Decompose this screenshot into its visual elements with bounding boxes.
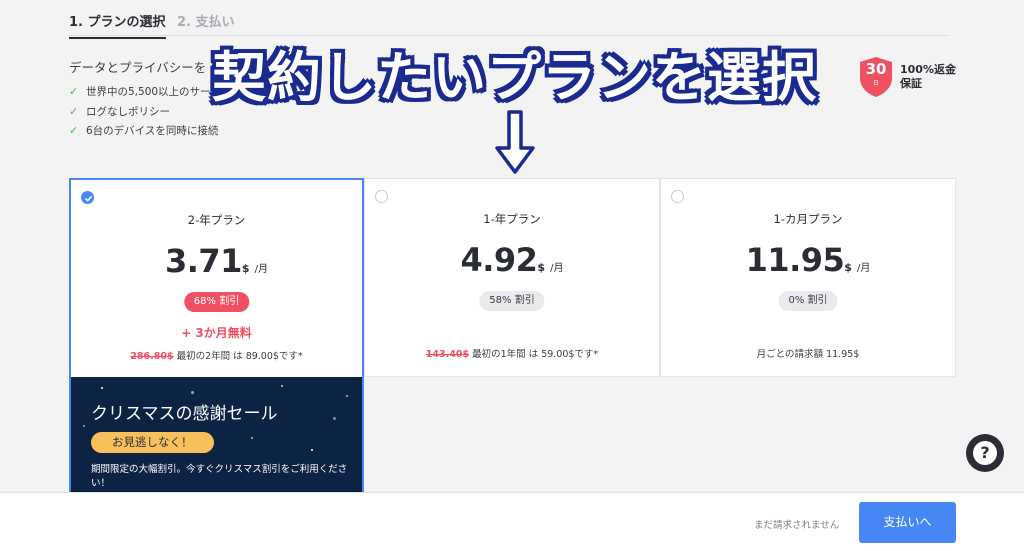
discount-badge: 0% 割引 <box>778 291 838 311</box>
plan-price: 4.92$ /月 <box>460 241 564 279</box>
plan-name: 1-カ月プラン <box>773 212 843 226</box>
overlay-title: 契約したいプランを選択 <box>212 46 817 109</box>
plan-card-1-year[interactable]: 1-年プラン 4.92$ /月 58% 割引 143.40$ 最初の1年間 は … <box>364 178 660 377</box>
not-charged-note: まだ請求されません <box>754 520 840 531</box>
help-button[interactable]: ? <box>966 434 1004 472</box>
promo-title: クリスマスの感謝セール <box>91 404 278 424</box>
question-icon: ? <box>973 441 997 465</box>
discount-badge: 68% 割引 <box>183 292 250 312</box>
footer-bar: まだ請求されません 支払いへ <box>0 492 1024 551</box>
feature-list: ✓ 世界中の5,500以上のサーバ ✓ ログなしポリシー ✓ 6台のデバイスを同時に接… <box>69 82 221 141</box>
check-icon: ✓ <box>69 85 79 99</box>
step-payment[interactable]: 2. 支払い <box>177 11 235 30</box>
check-icon: ✓ <box>69 124 79 138</box>
promo-button[interactable]: お見逃しなく！ <box>91 432 214 453</box>
radio-unselected-icon[interactable] <box>671 190 684 203</box>
feature-item: ✓ ログなしポリシー <box>69 104 170 118</box>
plan-name: 1-年プラン <box>483 212 541 226</box>
radio-unselected-icon[interactable] <box>375 190 388 203</box>
original-price: 286.80$ <box>130 351 174 362</box>
plan-name: 2-年プラン <box>187 213 246 227</box>
radio-selected-icon[interactable] <box>81 191 94 204</box>
feature-item: ✓ 世界中の5,500以上のサーバ <box>69 85 221 99</box>
original-price: 143.40$ <box>425 349 470 360</box>
plan-price: 3.71$ /月 <box>164 242 269 280</box>
shield-icon: 30 日 <box>858 56 894 98</box>
money-back-guarantee: 30 日 100%返金 保証 <box>858 56 962 98</box>
guarantee-days: 30 <box>865 60 887 78</box>
step-plan-selection[interactable]: 1. プランの選択 <box>69 11 166 39</box>
down-arrow-icon <box>495 110 535 174</box>
plan-card-1-month[interactable]: 1-カ月プラン 11.95$ /月 0% 割引 月ごとの請求額 11.95$ <box>660 178 956 377</box>
check-icon: ✓ <box>69 104 79 118</box>
checkout-steps: 1. プランの選択 2. 支払い <box>69 8 949 39</box>
guarantee-label: 100%返金 保証 <box>900 63 956 90</box>
plan-billing-note: 286.80$ 最初の2年間 は 89.00$です* <box>130 351 303 362</box>
intro-text: データとプライバシーを <box>69 60 207 75</box>
christmas-promo-banner: クリスマスの感謝セール お見逃しなく！ 期間限定の大幅割引。今すぐクリスマス割引… <box>69 377 364 495</box>
plan-card-2-year[interactable]: 2-年プラン 3.71$ /月 68% 割引 + 3か月無料 286.80$ 最… <box>69 178 364 377</box>
guarantee-days-unit: 日 <box>872 80 879 87</box>
discount-badge: 58% 割引 <box>479 291 545 311</box>
bonus-months: + 3か月無料 <box>181 326 252 340</box>
proceed-to-payment-button[interactable]: 支払いへ <box>859 502 956 543</box>
feature-item: ✓ 6台のデバイスを同時に接続 <box>69 124 219 138</box>
promo-description: 期間限定の大幅割引。今すぐクリスマス割引をご利用ください！ <box>91 464 348 489</box>
plan-billing-note: 月ごとの請求額 11.95$ <box>756 349 860 360</box>
plan-billing-note: 143.40$ 最初の1年間 は 59.00$です* <box>425 349 599 360</box>
plan-price: 11.95$ /月 <box>745 241 871 279</box>
